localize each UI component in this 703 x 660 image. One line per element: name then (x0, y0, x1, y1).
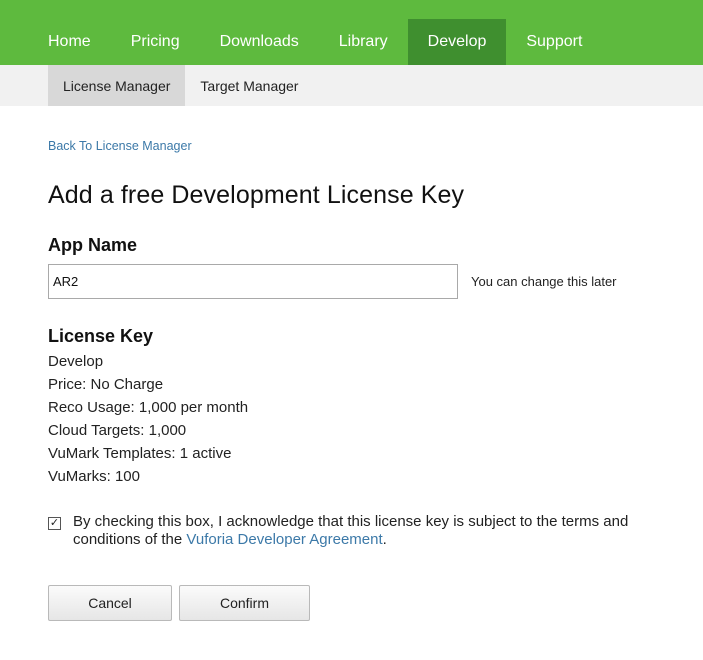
top-navigation: Home Pricing Downloads Library Develop S… (0, 0, 703, 65)
nav-downloads[interactable]: Downloads (200, 19, 319, 65)
agreement-text-after: . (382, 531, 387, 548)
nav-support[interactable]: Support (506, 19, 602, 65)
sub-navigation: License Manager Target Manager (0, 65, 703, 106)
license-cloud-targets: Cloud Targets: 1,000 (48, 422, 187, 439)
license-price: Price: No Charge (48, 376, 164, 393)
license-vumark-templates: VuMark Templates: 1 active (48, 445, 232, 462)
form-buttons: Cancel Confirm (48, 585, 655, 621)
app-name-heading: App Name (48, 235, 138, 255)
app-name-hint: You can change this later (471, 274, 617, 289)
back-to-license-manager-link[interactable]: Back To License Manager (48, 139, 192, 153)
app-name-input[interactable] (48, 264, 458, 299)
nav-library[interactable]: Library (319, 19, 408, 65)
nav-home[interactable]: Home (28, 19, 111, 65)
agreement-row: ✓ By checking this box, I acknowledge th… (48, 513, 655, 549)
page-title: Add a free Development License Key (48, 181, 465, 209)
main-content: Back To License Manager Add a free Devel… (0, 106, 703, 621)
tab-license-manager[interactable]: License Manager (48, 65, 186, 106)
license-plan: Develop (48, 353, 104, 370)
developer-agreement-link[interactable]: Vuforia Developer Agreement (186, 531, 382, 548)
tab-target-manager[interactable]: Target Manager (185, 65, 313, 106)
agreement-checkbox[interactable]: ✓ (48, 517, 61, 530)
license-key-heading: License Key (48, 326, 154, 346)
checkmark-icon: ✓ (49, 517, 60, 529)
nav-develop[interactable]: Develop (407, 19, 507, 65)
license-reco-usage: Reco Usage: 1,000 per month (48, 399, 249, 416)
nav-pricing[interactable]: Pricing (111, 19, 200, 65)
confirm-button[interactable]: Confirm (179, 585, 310, 621)
app-name-row: You can change this later (48, 264, 655, 299)
license-vumarks: VuMarks: 100 (48, 468, 140, 485)
agreement-text: By checking this box, I acknowledge that… (73, 513, 638, 549)
cancel-button[interactable]: Cancel (48, 585, 172, 621)
license-key-details: Develop Price: No Charge Reco Usage: 1,0… (48, 350, 655, 488)
